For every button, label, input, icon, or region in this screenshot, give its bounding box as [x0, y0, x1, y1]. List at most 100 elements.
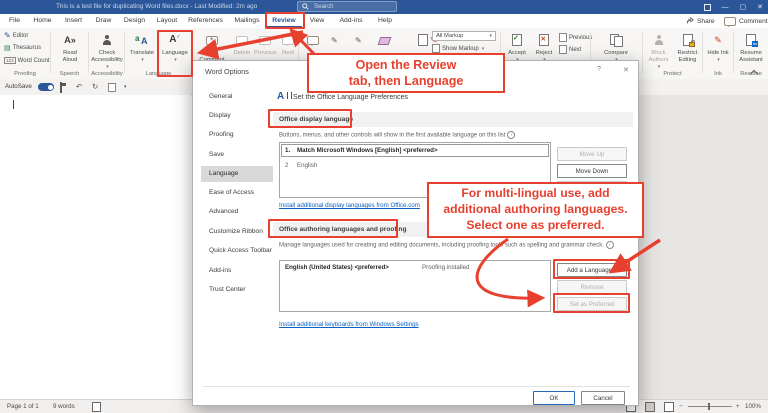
sidebar-item-save[interactable]: Save	[201, 147, 273, 163]
track-comment-pen-button[interactable]	[307, 36, 319, 46]
sidebar-item-trust-center[interactable]: Trust Center	[201, 282, 273, 298]
minimize-icon[interactable]: —	[722, 4, 729, 11]
qat-customize-icon[interactable]: ▾	[124, 84, 127, 90]
ribbon-group-speech: Read Aloud Speech	[51, 28, 88, 79]
search-box[interactable]	[297, 1, 397, 12]
language-preferences-icon-bars	[287, 92, 292, 99]
folder-icon	[108, 83, 116, 92]
thesaurus-icon	[4, 44, 11, 52]
proofing-group-label: Proofing	[14, 71, 36, 77]
new-comment-button[interactable]: New Comment	[195, 30, 229, 64]
language-preferences-icon: A	[277, 91, 285, 102]
show-markup-button[interactable]: Show Markup	[432, 44, 484, 53]
tab-view[interactable]: View	[302, 14, 332, 28]
sidebar-item-proofing[interactable]: Proofing	[201, 127, 273, 143]
tab-file[interactable]: File	[2, 14, 27, 28]
sidebar-item-add-ins[interactable]: Add-ins	[201, 263, 273, 279]
block-authors-button[interactable]: Block Authors	[645, 30, 672, 70]
delete-comment-button[interactable]: Delete	[231, 30, 253, 57]
share-button[interactable]: Share	[686, 14, 715, 28]
pen-icon	[331, 36, 338, 45]
ribbon-group-protect: Block Authors Restrict Editing Protect	[643, 28, 702, 79]
compare-button[interactable]: Compare	[599, 30, 633, 63]
install-keyboards-link[interactable]: Install additional keyboards from Window…	[279, 321, 419, 328]
dialog-divider	[203, 386, 630, 387]
tab-mailings[interactable]: Mailings	[228, 14, 266, 28]
sidebar-item-general[interactable]: General	[201, 89, 273, 105]
tab-draw[interactable]: Draw	[89, 14, 118, 28]
display-language-row-2[interactable]: 2 English	[282, 159, 548, 171]
dialog-close-icon[interactable]: ✕	[623, 66, 629, 74]
check-accessibility-button[interactable]: Check Accessibility	[90, 30, 124, 70]
set-preferred-authoring-button[interactable]: Set as Preferred	[557, 297, 627, 311]
search-input[interactable]	[312, 2, 394, 11]
zoom-slider-thumb[interactable]	[708, 403, 710, 410]
install-display-languages-link[interactable]: Install additional display languages fro…	[279, 202, 420, 209]
hide-ink-button[interactable]: Hide Ink	[705, 30, 731, 63]
open-button[interactable]	[108, 83, 116, 94]
add-language-button[interactable]: Add a Language...	[557, 263, 627, 277]
help-icon[interactable]: ?	[597, 66, 601, 73]
remove-language-button[interactable]: Remove	[557, 280, 627, 294]
previous-comment-button[interactable]: Previous	[254, 30, 277, 57]
restore-icon[interactable]: ▢	[740, 3, 747, 11]
sidebar-item-ease-of-access[interactable]: Ease of Access	[201, 185, 273, 201]
new-comment-icon	[206, 35, 218, 46]
word-count-indicator[interactable]: 9 words	[53, 403, 75, 410]
move-up-button[interactable]: Move Up	[557, 147, 627, 161]
authoring-language-list: English (United States) <preferred> Proo…	[279, 260, 551, 312]
tab-home[interactable]: Home	[27, 14, 58, 28]
comments-button[interactable]: Comments	[724, 14, 768, 28]
next-change-button[interactable]: Next	[559, 45, 581, 54]
redo-button[interactable]: ↻	[92, 82, 98, 91]
speech-group-label: Speech	[59, 71, 80, 77]
autosave-toggle[interactable]	[38, 83, 54, 91]
thesaurus-button[interactable]: Thesaurus	[4, 44, 41, 52]
tab-references[interactable]: References	[183, 14, 228, 28]
restrict-editing-button[interactable]: Restrict Editing	[674, 30, 701, 64]
tab-design[interactable]: Design	[118, 14, 151, 28]
move-down-button[interactable]: Move Down	[557, 164, 627, 178]
resume-assistant-button[interactable]: in Resume Assistant	[736, 30, 766, 64]
eraser-button[interactable]	[377, 37, 392, 45]
undo-button[interactable]: ↶	[76, 82, 82, 91]
tab-insert[interactable]: Insert	[58, 14, 89, 28]
tab-review[interactable]: Review	[266, 14, 302, 28]
zoom-level[interactable]: 100%	[745, 403, 761, 410]
cancel-button[interactable]: Cancel	[581, 391, 625, 405]
save-button[interactable]	[60, 82, 62, 93]
pen-button[interactable]	[355, 36, 362, 45]
proofing-status-icon[interactable]	[92, 402, 101, 412]
restrict-editing-icon	[682, 34, 695, 47]
display-language-row-1[interactable]: 1. Match Microsoft Windows [English] <pr…	[281, 144, 549, 157]
markup-dropdown[interactable]: All Markup	[432, 31, 496, 41]
zoom-out-icon[interactable]: −	[679, 403, 683, 410]
translate-button[interactable]: Translate	[126, 30, 158, 63]
editor-button[interactable]: Editor	[4, 31, 29, 40]
sidebar-item-advanced[interactable]: Advanced	[201, 204, 273, 220]
web-layout-icon[interactable]	[664, 402, 674, 412]
ribbon-display-icon[interactable]	[703, 3, 711, 11]
previous-change-button[interactable]: Previous	[559, 33, 592, 42]
sidebar-item-customize-ribbon[interactable]: Customize Ribbon	[201, 224, 273, 240]
language-button[interactable]: Language	[159, 30, 191, 63]
zoom-in-icon[interactable]: +	[736, 403, 740, 410]
sidebar-item-language[interactable]: Language	[201, 166, 273, 182]
word-count-button[interactable]: 123 Word Count	[4, 57, 50, 64]
authoring-language-row[interactable]: English (United States) <preferred> Proo…	[285, 264, 469, 271]
print-layout-icon[interactable]	[645, 402, 655, 412]
page-indicator[interactable]: Page 1 of 1	[7, 403, 39, 410]
sidebar-item-quick-access-toolbar[interactable]: Quick Access Toolbar	[201, 243, 273, 259]
close-icon[interactable]: ✕	[757, 3, 763, 11]
next-comment-button[interactable]: Next	[277, 30, 299, 57]
accept-button[interactable]: Accept	[504, 30, 530, 63]
tab-layout[interactable]: Layout	[151, 14, 183, 28]
tab-help[interactable]: Help	[370, 14, 400, 28]
tab-addins[interactable]: Add-ins	[332, 14, 370, 28]
reject-button[interactable]: Reject	[531, 30, 557, 63]
read-aloud-button[interactable]: Read Aloud	[57, 30, 83, 64]
sidebar-item-display[interactable]: Display	[201, 108, 273, 124]
ok-button[interactable]: OK	[533, 391, 575, 405]
ink-comment-button[interactable]	[331, 36, 338, 45]
document-page[interactable]	[0, 95, 191, 399]
